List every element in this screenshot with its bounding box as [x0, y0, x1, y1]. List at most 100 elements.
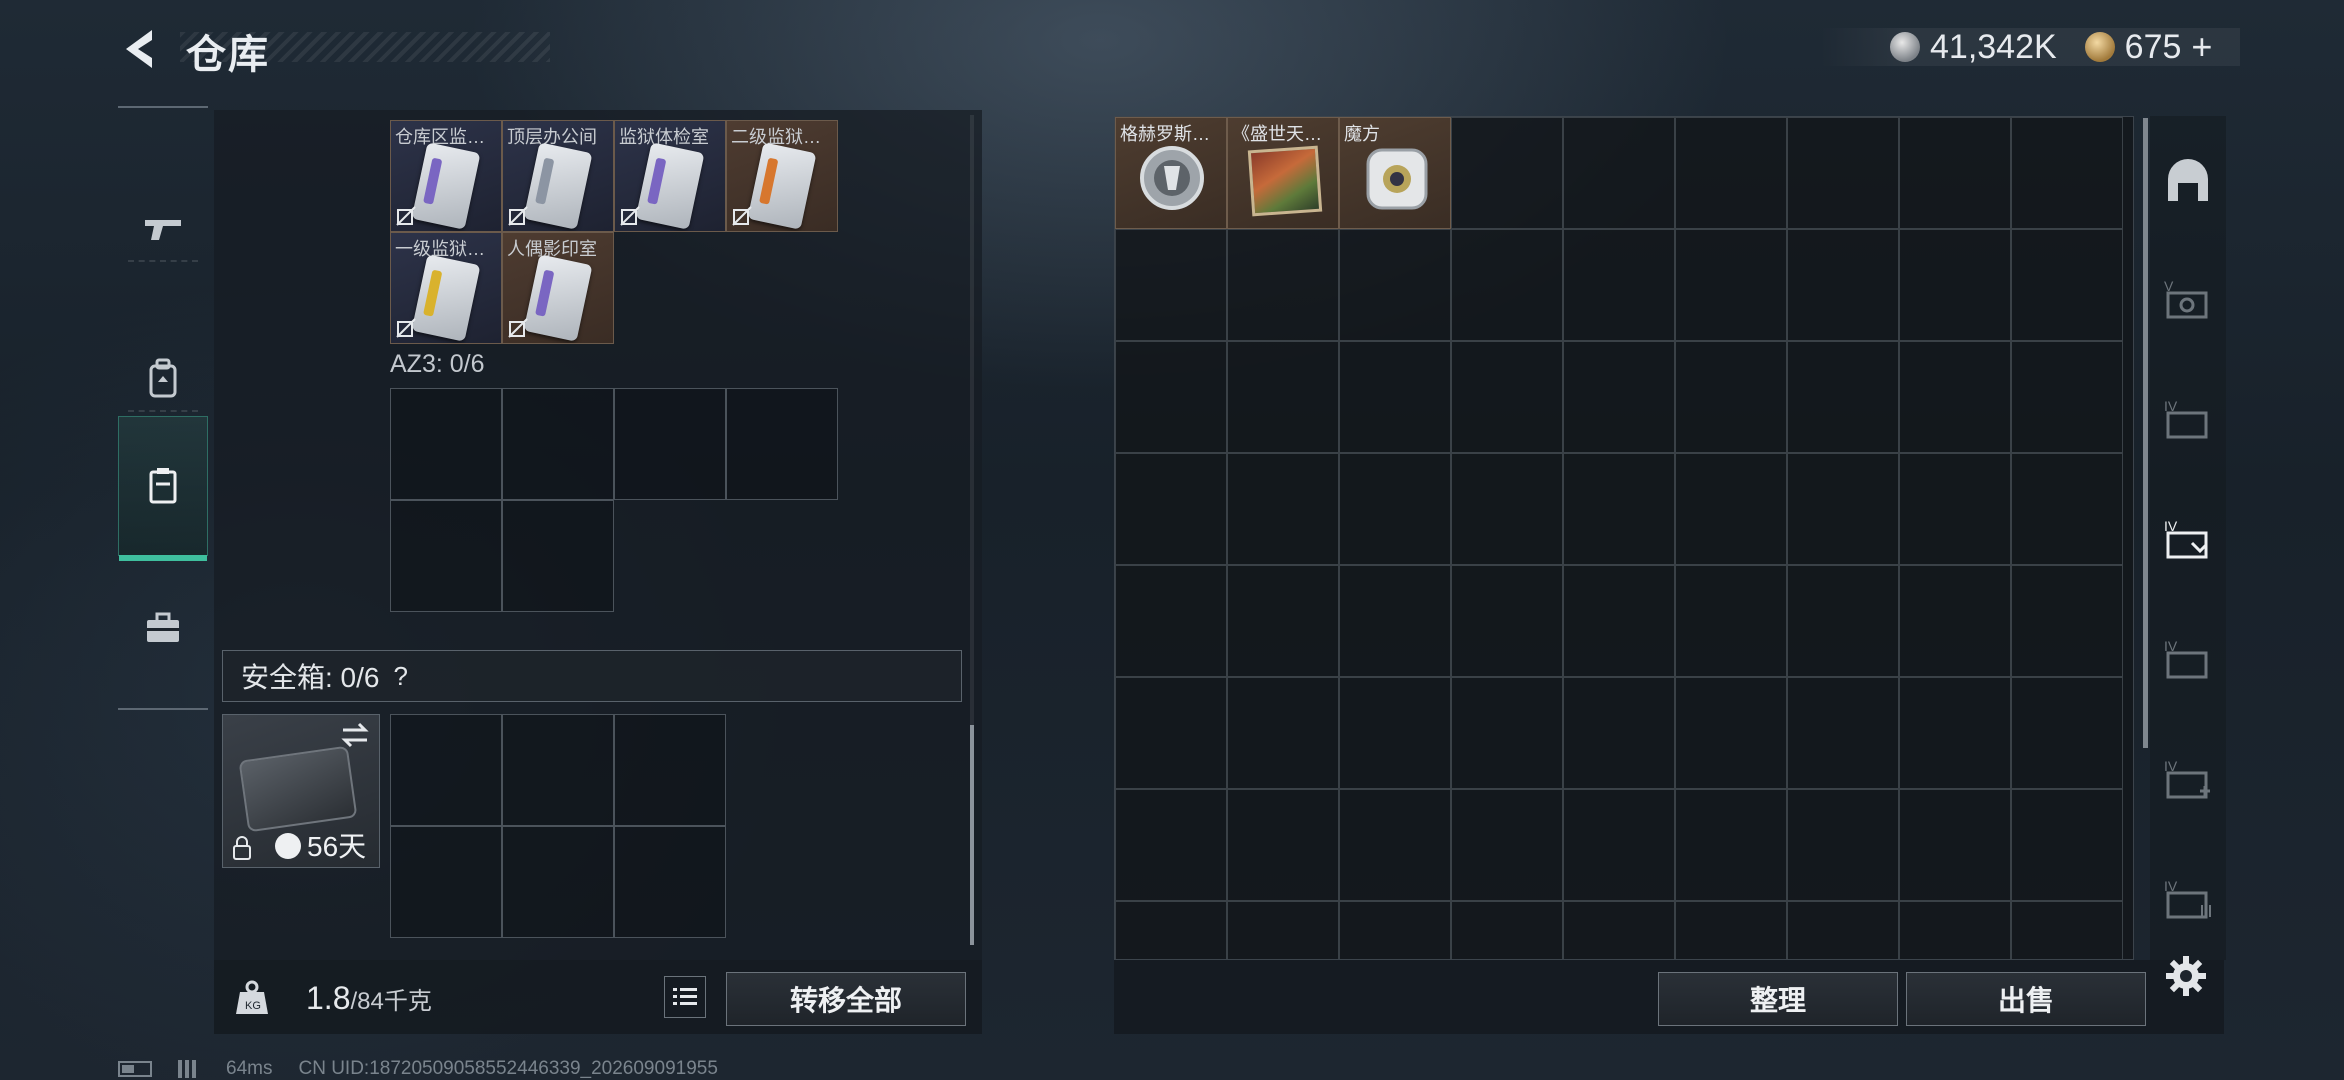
grid-slot[interactable]: [502, 714, 614, 826]
storage-item[interactable]: 魔方: [1339, 117, 1451, 229]
storage-slot[interactable]: [1563, 117, 1675, 229]
storage-slot[interactable]: [1451, 565, 1563, 677]
list-view-button[interactable]: [664, 976, 706, 1018]
storage-slot[interactable]: [1787, 789, 1899, 901]
keycard-item[interactable]: 二级监狱…: [726, 120, 838, 232]
storage-slot[interactable]: [1115, 229, 1227, 341]
inventory-scrollbar[interactable]: [970, 725, 974, 945]
storage-slot[interactable]: [1787, 229, 1899, 341]
storage-slot[interactable]: [1451, 117, 1563, 229]
grid-slot[interactable]: [390, 388, 502, 500]
settings-gear-icon[interactable]: [2164, 954, 2208, 998]
storage-slot[interactable]: [2011, 341, 2123, 453]
keycard-item[interactable]: 仓库区监…: [390, 120, 502, 232]
storage-slot[interactable]: [1787, 117, 1899, 229]
storage-slot[interactable]: [1451, 677, 1563, 789]
storage-scrollbar[interactable]: [2143, 118, 2148, 748]
storage-slot[interactable]: [1675, 453, 1787, 565]
storage-slot[interactable]: [1227, 565, 1339, 677]
grid-slot[interactable]: [614, 388, 726, 500]
keycard-item[interactable]: 监狱体检室: [614, 120, 726, 232]
storage-slot[interactable]: [2011, 677, 2123, 789]
storage-slot[interactable]: [1787, 341, 1899, 453]
storage-slot[interactable]: [2011, 453, 2123, 565]
storage-slot[interactable]: [1899, 341, 2011, 453]
storage-slot[interactable]: [1899, 117, 2011, 229]
storage-slot[interactable]: [1899, 677, 2011, 789]
nav-storage-tab[interactable]: [118, 416, 208, 561]
storage-slot[interactable]: [1451, 789, 1563, 901]
storage-slot[interactable]: [1115, 565, 1227, 677]
storage-slot[interactable]: [1339, 677, 1451, 789]
storage-tab-iv-b[interactable]: IV: [2150, 486, 2226, 596]
grid-slot[interactable]: [502, 388, 614, 500]
add-gold-button[interactable]: +: [2191, 26, 2212, 68]
storage-slot[interactable]: [2011, 229, 2123, 341]
storage-slot[interactable]: [1227, 453, 1339, 565]
storage-slot[interactable]: [1227, 677, 1339, 789]
grid-slot[interactable]: [502, 500, 614, 612]
storage-slot[interactable]: [1339, 901, 1451, 959]
storage-slot[interactable]: [2011, 117, 2123, 229]
storage-slot[interactable]: [1563, 229, 1675, 341]
storage-tab-iv-c[interactable]: IV: [2150, 606, 2226, 716]
keycard-item[interactable]: 一级监狱…: [390, 232, 502, 344]
storage-tab-all[interactable]: [2150, 126, 2226, 236]
storage-slot[interactable]: [1563, 565, 1675, 677]
storage-slot[interactable]: [1563, 789, 1675, 901]
storage-slot[interactable]: [1899, 565, 2011, 677]
storage-slot[interactable]: [1675, 901, 1787, 959]
storage-slot[interactable]: [1339, 565, 1451, 677]
storage-tab-iv-a[interactable]: IV: [2150, 366, 2226, 476]
storage-slot[interactable]: [1451, 453, 1563, 565]
safe-box-item[interactable]: 56天: [222, 714, 380, 868]
storage-tab-v[interactable]: V: [2150, 246, 2226, 356]
storage-slot[interactable]: [1115, 789, 1227, 901]
keycard-item[interactable]: 顶层办公间: [502, 120, 614, 232]
grid-slot[interactable]: [614, 714, 726, 826]
storage-slot[interactable]: [1339, 789, 1451, 901]
storage-slot[interactable]: [1451, 229, 1563, 341]
storage-slot[interactable]: [1787, 677, 1899, 789]
storage-slot[interactable]: [1563, 677, 1675, 789]
storage-slot[interactable]: [1339, 341, 1451, 453]
storage-slot[interactable]: [1675, 677, 1787, 789]
grid-slot[interactable]: [390, 826, 502, 938]
storage-slot[interactable]: [1899, 229, 2011, 341]
keycard-item[interactable]: 人偶影印室: [502, 232, 614, 344]
storage-slot[interactable]: [1787, 565, 1899, 677]
storage-slot[interactable]: [1899, 901, 2011, 959]
storage-slot[interactable]: [1115, 453, 1227, 565]
storage-slot[interactable]: [1227, 789, 1339, 901]
storage-slot[interactable]: [2011, 565, 2123, 677]
storage-slot[interactable]: [1451, 341, 1563, 453]
transfer-all-button[interactable]: 转移全部: [726, 972, 966, 1026]
storage-slot[interactable]: [1899, 789, 2011, 901]
storage-slot[interactable]: [1675, 117, 1787, 229]
storage-slot[interactable]: [1787, 453, 1899, 565]
grid-slot[interactable]: [390, 714, 502, 826]
storage-slot[interactable]: [1115, 341, 1227, 453]
grid-slot[interactable]: [502, 826, 614, 938]
storage-slot[interactable]: [2011, 789, 2123, 901]
storage-slot[interactable]: [1675, 789, 1787, 901]
grid-slot[interactable]: [390, 500, 502, 612]
storage-slot[interactable]: [2011, 901, 2123, 959]
storage-slot[interactable]: [1227, 341, 1339, 453]
storage-slot[interactable]: [1115, 677, 1227, 789]
storage-slot[interactable]: [1227, 229, 1339, 341]
grid-slot[interactable]: [726, 388, 838, 500]
nav-weapons-tab[interactable]: [118, 158, 208, 298]
storage-slot[interactable]: [1899, 453, 2011, 565]
storage-slot[interactable]: [1563, 453, 1675, 565]
swap-icon[interactable]: [339, 721, 371, 749]
back-arrow-icon[interactable]: [118, 26, 160, 72]
storage-tab-iv-ammo[interactable]: IV: [2150, 846, 2226, 956]
grid-slot[interactable]: [614, 826, 726, 938]
storage-slot[interactable]: [1339, 229, 1451, 341]
storage-slot[interactable]: [1563, 341, 1675, 453]
storage-slot[interactable]: [1227, 901, 1339, 959]
storage-slot[interactable]: [1675, 341, 1787, 453]
help-icon[interactable]: ?: [393, 661, 407, 692]
organize-button[interactable]: 整理: [1658, 972, 1898, 1026]
